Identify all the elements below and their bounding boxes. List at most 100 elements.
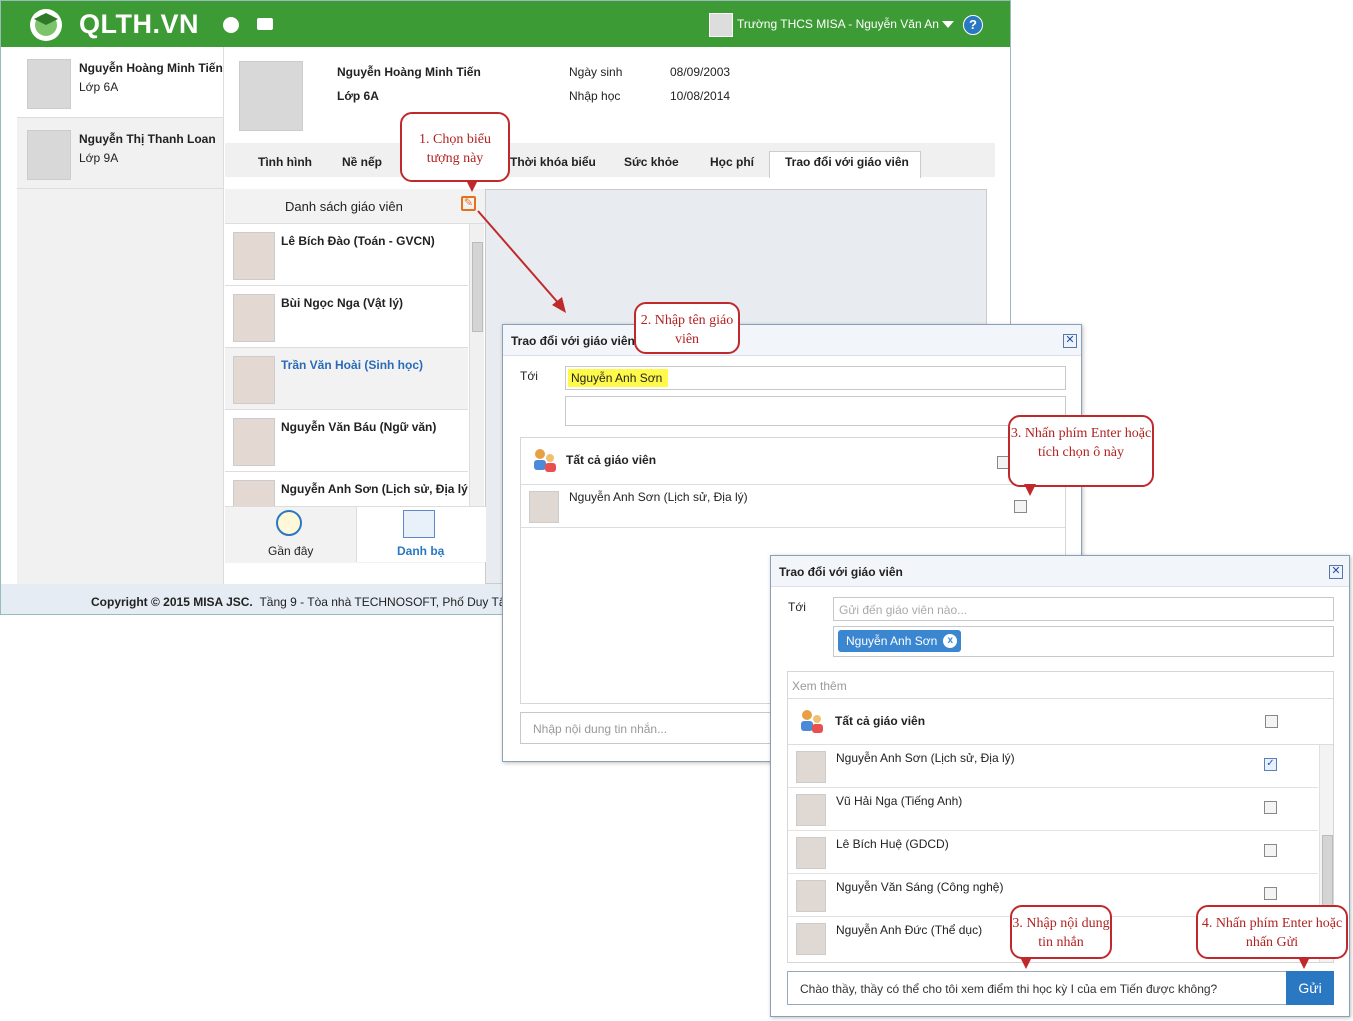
teacher-checkbox-checked[interactable]: ✓ xyxy=(1264,758,1277,771)
callout-step1-text: 1. Chọn biểu tượng này xyxy=(419,132,491,166)
teacher-item[interactable]: Nguyễn Văn Báu (Ngữ văn) xyxy=(225,410,468,472)
callout-step4: 4. Nhấn phím Enter hoặc nhấn Gửi xyxy=(1196,905,1348,959)
footer-text: Copyright © 2015 MISA JSC. Tầng 9 - Tòa … xyxy=(91,595,516,609)
close-icon[interactable]: ✕ xyxy=(1063,334,1077,348)
profile-class: Lớp 6A xyxy=(337,89,379,103)
result-name[interactable]: Nguyễn Anh Sơn (Lịch sử, Địa lý) xyxy=(569,490,748,504)
user-name[interactable]: Trường THCS MISA - Nguyễn Văn An xyxy=(737,17,939,31)
send-button[interactable]: Gửi xyxy=(1286,971,1334,1005)
top-bar: QLTH.VN Trường THCS MISA - Nguyễn Văn An… xyxy=(1,1,1010,47)
callout-step2: 2. Nhập tên giáo viên xyxy=(634,302,740,354)
list-divider xyxy=(521,527,1065,528)
teacher-checkbox[interactable] xyxy=(1264,844,1277,857)
dialog-title: Trao đổi với giáo viên xyxy=(779,565,903,579)
teacher-name: Lê Bích Đào (Toán - GVCN) xyxy=(281,234,435,248)
list-divider xyxy=(788,698,1333,699)
help-icon[interactable]: ? xyxy=(963,15,983,35)
globe-icon[interactable] xyxy=(223,17,239,33)
teacher-row[interactable]: Vũ Hải Nga (Tiếng Anh) xyxy=(788,788,1318,831)
message-text: Chào thầy, thầy có thể cho tôi xem điểm … xyxy=(800,982,1218,996)
teacher-row[interactable]: Lê Bích Huệ (GDCD) xyxy=(788,831,1318,874)
to-input-value: Nguyễn Anh Sơn xyxy=(568,369,669,387)
all-teachers-label: Tất cả giáo viên xyxy=(566,453,657,467)
chevron-down-icon[interactable] xyxy=(942,21,954,28)
result-checkbox[interactable] xyxy=(1014,500,1027,513)
tab-hoc-phi[interactable]: Học phí xyxy=(710,155,754,169)
teacher-name: Trần Văn Hoài (Sinh học) xyxy=(281,358,424,372)
recipient-box[interactable] xyxy=(565,396,1066,426)
teacher-photo xyxy=(233,356,275,404)
scrollbar-thumb[interactable] xyxy=(1322,835,1333,907)
message-input[interactable]: Nhập nội dung tin nhắn... xyxy=(520,712,780,744)
teacher-photo xyxy=(796,880,826,912)
callout-step1: 1. Chọn biểu tượng này xyxy=(400,112,510,182)
dob-label: Ngày sinh xyxy=(569,65,623,79)
group-icon xyxy=(797,707,825,735)
teacher-photo xyxy=(796,923,826,955)
footer-address: Tầng 9 - Tòa nhà TECHNOSOFT, Phố Duy Tân… xyxy=(259,595,516,609)
pointer-arrow xyxy=(477,210,566,313)
student-name: Nguyễn Thị Thanh Loan xyxy=(79,132,216,146)
to-placeholder: Gửi đến giáo viên nào... xyxy=(839,603,968,617)
tab-tinh-hinh[interactable]: Tình hình xyxy=(258,155,312,169)
teacher-item[interactable]: Bùi Ngọc Nga (Vật lý) xyxy=(225,286,468,348)
student-class: Lớp 9A xyxy=(79,151,119,165)
callout-step4-text: 4. Nhấn phím Enter hoặc nhấn Gửi xyxy=(1201,916,1343,950)
callout-pointer xyxy=(466,180,478,192)
enroll-label: Nhập học xyxy=(569,89,621,103)
clock-icon[interactable] xyxy=(276,510,302,536)
student-item[interactable]: Nguyễn Thị Thanh Loan Lớp 9A xyxy=(17,118,223,189)
teacher-item[interactable]: Trần Văn Hoài (Sinh học) xyxy=(225,348,468,410)
tab-trao-doi[interactable]: Trao đổi với giáo viên xyxy=(785,155,909,169)
dob-value: 08/09/2003 xyxy=(670,65,731,79)
student-item[interactable]: Nguyễn Hoàng Minh Tiến Lớp 6A xyxy=(17,47,223,118)
profile-name: Nguyễn Hoàng Minh Tiến xyxy=(337,65,481,79)
footer-copyright: Copyright © 2015 MISA JSC. xyxy=(91,595,253,609)
recipient-box[interactable]: Nguyễn Anh Sơn x xyxy=(833,626,1334,657)
logo-icon[interactable] xyxy=(25,5,67,43)
teacher-photo xyxy=(233,294,275,342)
callout-pointer xyxy=(1298,957,1310,969)
chip-remove-icon[interactable]: x xyxy=(943,634,958,648)
all-teachers-checkbox[interactable] xyxy=(1265,715,1278,728)
chat-icon[interactable] xyxy=(257,18,273,30)
avatar[interactable] xyxy=(709,13,733,37)
teacher-item[interactable]: Nguyễn Anh Sơn (Lịch sử, Địa lý) xyxy=(225,472,468,506)
teacher-photo xyxy=(233,418,275,466)
teacher-name: Nguyễn Anh Sơn (Lịch sử, Địa lý) xyxy=(281,482,468,496)
contacts-icon[interactable] xyxy=(403,510,435,538)
recipient-chip[interactable]: Nguyễn Anh Sơn x xyxy=(838,630,962,652)
teacher-item[interactable]: Lê Bích Đào (Toán - GVCN) xyxy=(225,224,468,286)
to-label: Tới xyxy=(520,369,538,383)
recent-button[interactable]: Gần đây xyxy=(268,544,313,558)
close-icon[interactable]: ✕ xyxy=(1329,565,1343,579)
group-icon xyxy=(530,446,558,474)
dialog-title: Trao đổi với giáo viên xyxy=(511,334,635,348)
tab-ne-nep[interactable]: Nề nếp xyxy=(342,155,382,169)
teacher-checkbox[interactable] xyxy=(1264,887,1277,900)
to-input[interactable]: Nguyễn Anh Sơn xyxy=(565,366,1066,390)
student-name: Nguyễn Hoàng Minh Tiến xyxy=(79,61,223,75)
callout-step3: 3. Nhấn phím Enter hoặc tích chọn ô này xyxy=(1008,415,1154,487)
tab-suc-khoe[interactable]: Sức khỏe xyxy=(624,155,679,169)
teacher-photo xyxy=(233,480,275,506)
teacher-name: Vũ Hải Nga (Tiếng Anh) xyxy=(836,794,963,808)
teacher-row[interactable]: Nguyễn Anh Sơn (Lịch sử, Địa lý) ✓ xyxy=(788,745,1318,788)
callout-step3-text: 3. Nhấn phím Enter hoặc tích chọn ô này xyxy=(1010,426,1152,460)
logo-text[interactable]: QLTH.VN xyxy=(79,9,199,40)
contacts-button[interactable]: Danh bạ xyxy=(397,544,444,558)
chip-label: Nguyễn Anh Sơn xyxy=(846,634,938,648)
callout-pointer xyxy=(1024,484,1036,496)
student-photo xyxy=(27,59,71,109)
callout-step3b: 3. Nhập nội dung tin nhắn xyxy=(1010,905,1112,959)
teacher-name: Bùi Ngọc Nga (Vật lý) xyxy=(281,296,404,310)
teacher-list-title: Danh sách giáo viên xyxy=(285,199,403,214)
see-more-link[interactable]: Xem thêm xyxy=(792,679,847,693)
to-input[interactable]: Gửi đến giáo viên nào... xyxy=(833,597,1334,621)
student-class: Lớp 6A xyxy=(79,80,119,94)
student-sidebar: Nguyễn Hoàng Minh Tiến Lớp 6A Nguyễn Thị… xyxy=(17,47,224,584)
result-photo xyxy=(529,491,559,523)
tab-thoi-khoa-bieu[interactable]: Thời khóa biểu xyxy=(510,155,596,169)
message-input[interactable]: Chào thầy, thầy có thể cho tôi xem điểm … xyxy=(787,971,1287,1005)
teacher-checkbox[interactable] xyxy=(1264,801,1277,814)
